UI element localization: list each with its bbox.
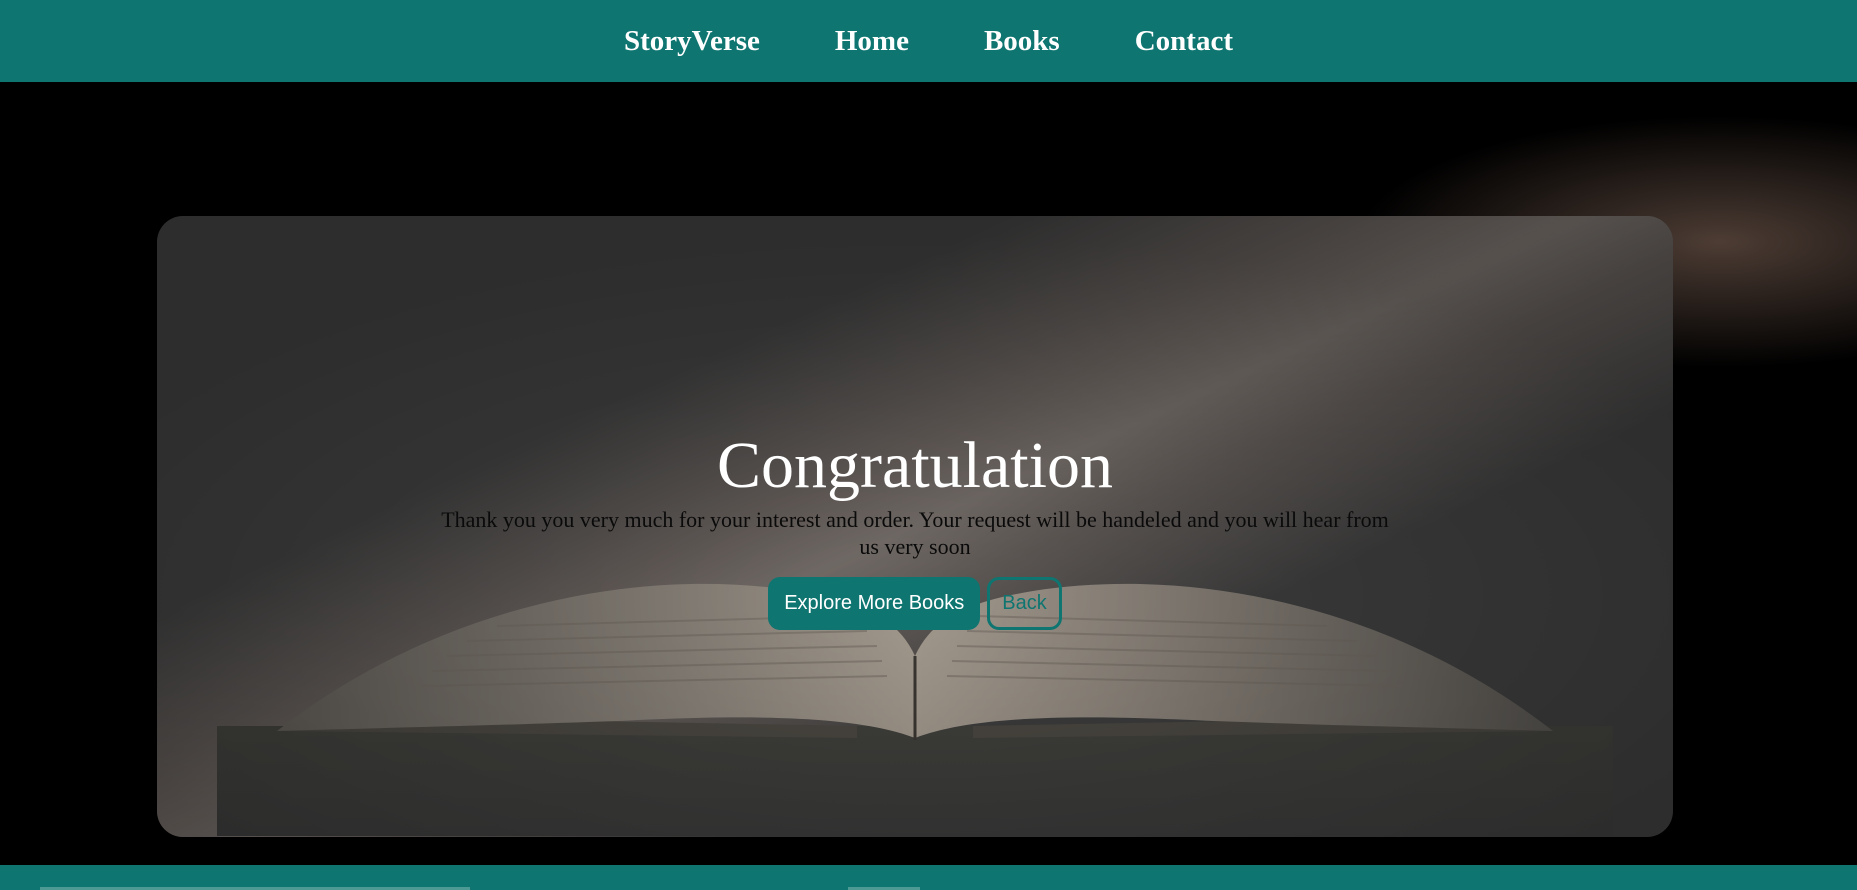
nav-link-books[interactable]: Books <box>984 25 1060 58</box>
footer-bar <box>0 865 1857 890</box>
confirmation-card: Congratulation Thank you you very much f… <box>157 216 1673 837</box>
nav-link-home[interactable]: Home <box>835 25 909 58</box>
explore-more-books-button[interactable]: Explore More Books <box>768 577 981 630</box>
hero-background: Congratulation Thank you you very much f… <box>0 82 1857 865</box>
confirmation-message: Thank you you very much for your interes… <box>441 507 1389 559</box>
top-navbar: StoryVerse Home Books Contact <box>0 0 1857 82</box>
confirmation-content: Congratulation Thank you you very much f… <box>157 428 1673 630</box>
action-buttons: Explore More Books Back <box>157 577 1673 630</box>
page-title: Congratulation <box>717 429 1113 502</box>
nav-brand-storyverse[interactable]: StoryVerse <box>624 25 760 58</box>
nav-link-contact[interactable]: Contact <box>1135 25 1233 58</box>
back-button[interactable]: Back <box>987 577 1062 630</box>
